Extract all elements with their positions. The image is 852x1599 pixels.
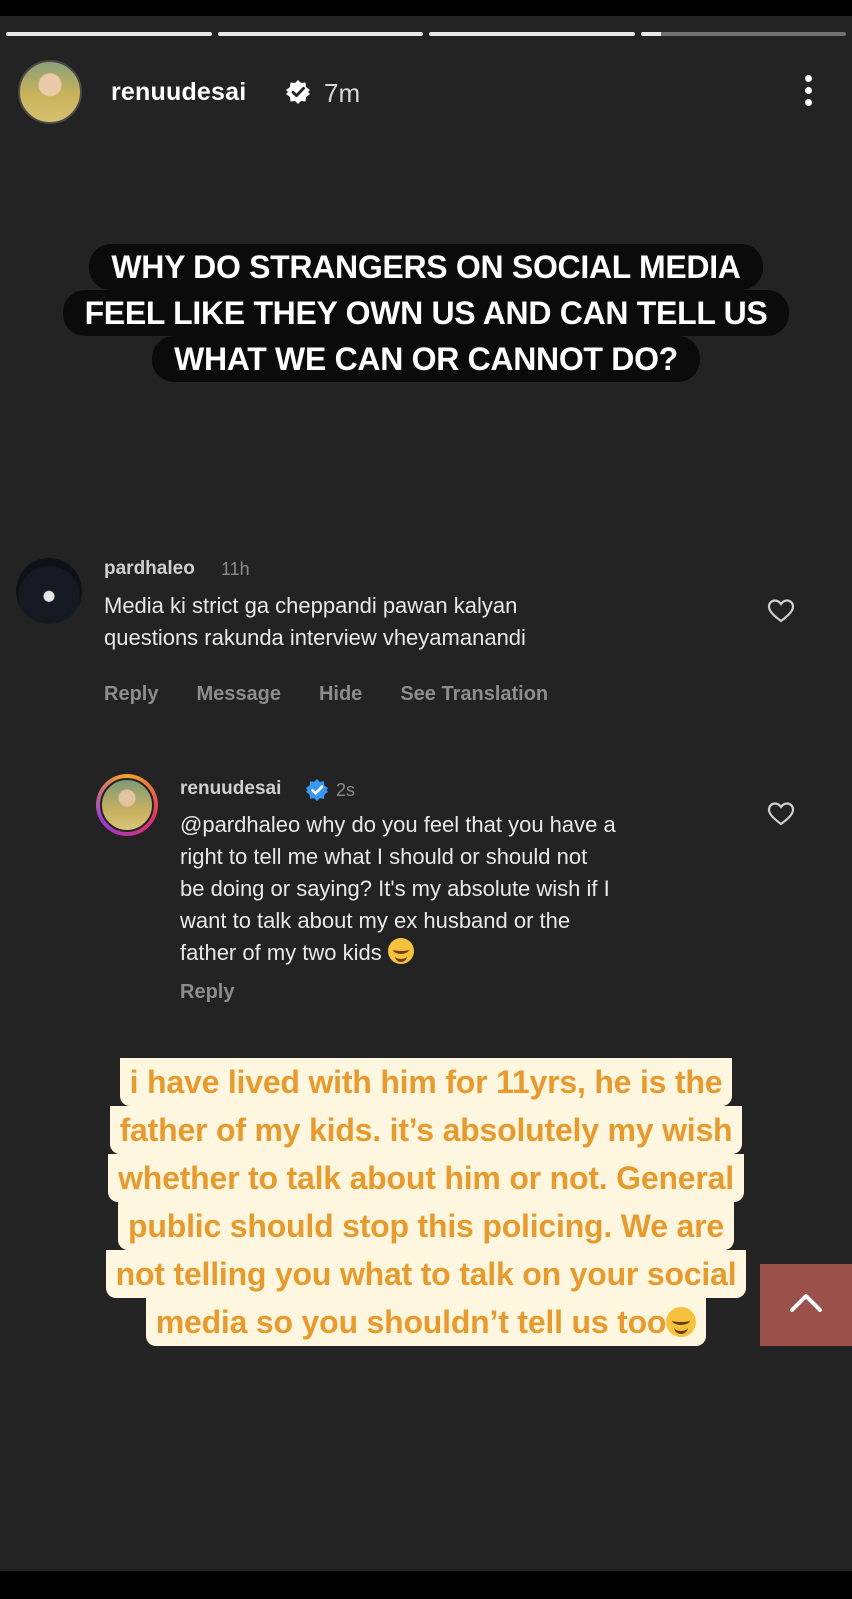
reply-text-line: be doing or saying? It's my absolute wis… <box>180 876 610 901</box>
comment-actions: Reply Message Hide See Translation <box>104 683 548 706</box>
message-button[interactable]: Message <box>196 683 281 706</box>
verified-badge-icon <box>305 778 329 802</box>
reply-time: 2s <box>336 780 356 800</box>
headline-line: WHY DO STRANGERS ON SOCIAL MEDIA <box>89 244 763 290</box>
sticker-line: i have lived with him for 11yrs, he is t… <box>119 1058 733 1106</box>
sticker-line-text: media so you shouldn’t tell us too <box>155 1304 667 1340</box>
scroll-up-button[interactable] <box>760 1264 852 1346</box>
story-header: renuudesai 7m <box>18 60 834 124</box>
progress-segment-active <box>640 32 846 36</box>
headline-line: WHAT WE CAN OR CANNOT DO? <box>152 336 700 382</box>
sticker-line: father of my kids. it’s absolutely my wi… <box>109 1106 743 1154</box>
reply-actions: Reply <box>180 981 234 1004</box>
hide-button[interactable]: Hide <box>319 683 362 706</box>
comment-text-line: questions rakunda interview vheyamanandi <box>104 625 526 650</box>
sticker-line-last: media so you shouldn’t tell us too <box>145 1298 707 1346</box>
comment-text: Media ki strict ga cheppandi pawan kalya… <box>104 590 526 654</box>
reply-button[interactable]: Reply <box>180 981 234 1004</box>
more-vertical-icon[interactable] <box>802 72 814 112</box>
verified-badge-icon <box>286 80 310 104</box>
comment-text-line: Media ki strict ga cheppandi pawan kalya… <box>104 593 518 618</box>
sticker-line: not telling you what to talk on your soc… <box>105 1250 747 1298</box>
progress-segment <box>429 32 635 36</box>
reply-text-line: @pardhaleo why do you feel that you have… <box>180 812 616 837</box>
reply-text: @pardhaleo why do you feel that you have… <box>180 809 616 969</box>
smiling-emoji-icon <box>387 938 414 964</box>
comment-username[interactable]: pardhaleo <box>104 558 195 580</box>
like-heart-icon[interactable] <box>767 801 795 827</box>
reply-username[interactable]: renuudesai <box>180 778 281 800</box>
reply-button[interactable]: Reply <box>104 683 158 706</box>
like-heart-icon[interactable] <box>767 598 795 624</box>
headline-line: FEEL LIKE THEY OWN US AND CAN TELL US <box>62 290 790 336</box>
story-view: renuudesai 7m WHY DO STRANGERS ON SOCIAL… <box>0 16 852 1571</box>
see-translation-button[interactable]: See Translation <box>400 683 548 706</box>
reply-text-line: father of my two kids <box>180 940 382 965</box>
story-time: 7m <box>324 78 361 108</box>
sticker-line: whether to talk about him or not. Genera… <box>108 1154 744 1202</box>
chevron-up-icon <box>790 1294 822 1312</box>
story-progress <box>6 32 846 36</box>
reply-text-line: want to talk about my ex husband or the <box>180 908 571 933</box>
avatar[interactable] <box>18 60 82 124</box>
progress-segment <box>6 32 212 36</box>
reply-avatar[interactable] <box>96 774 158 836</box>
story-username[interactable]: renuudesai <box>111 78 246 107</box>
text-sticker: i have lived with him for 11yrs, he is t… <box>20 1058 832 1346</box>
sticker-line: public should stop this policing. We are <box>118 1202 734 1250</box>
comment-avatar[interactable] <box>16 558 82 624</box>
headline-text: WHY DO STRANGERS ON SOCIAL MEDIA FEEL LI… <box>20 244 832 382</box>
progress-segment <box>217 32 423 36</box>
smiling-emoji-icon <box>666 1307 697 1337</box>
comment-time: 11h <box>221 559 250 579</box>
reply-text-line: right to tell me what I should or should… <box>180 844 588 869</box>
